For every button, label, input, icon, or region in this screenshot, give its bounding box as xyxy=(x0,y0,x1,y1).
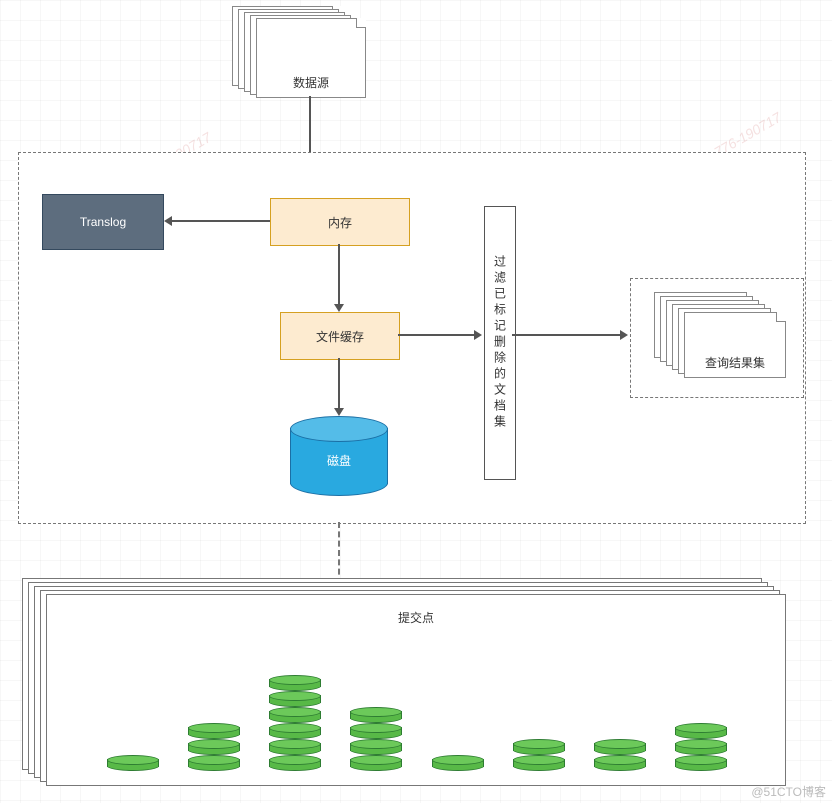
footer-watermark: @51CTO博客 xyxy=(751,783,826,800)
translog-label: Translog xyxy=(80,215,126,229)
segment-column xyxy=(350,595,402,787)
segment-disk xyxy=(350,739,402,755)
arrowhead-filter-results xyxy=(620,330,628,340)
segment-disk xyxy=(269,675,321,691)
diagram-canvas: wujiajian776-190717 wujiajian776-190717 … xyxy=(0,0,832,803)
data-source-stack: 数据源 xyxy=(256,18,364,96)
file-cache-node: 文件缓存 xyxy=(280,312,400,360)
filter-label: 过滤已标记删除的文档集 xyxy=(492,255,509,431)
arrow-memory-filecache xyxy=(338,244,340,304)
segment-disk xyxy=(188,739,240,755)
segment-column xyxy=(594,595,646,787)
segment-column xyxy=(269,595,321,787)
segment-disk xyxy=(107,755,159,771)
segment-disk xyxy=(432,755,484,771)
segment-column xyxy=(513,595,565,787)
segment-disk xyxy=(594,739,646,755)
segment-disk xyxy=(350,707,402,723)
memory-node: 内存 xyxy=(270,198,410,246)
memory-label: 内存 xyxy=(328,214,352,231)
segment-column xyxy=(188,595,240,787)
commit-point-panel: 提交点 xyxy=(46,594,786,786)
segment-disk xyxy=(594,755,646,771)
query-result-label: 查询结果集 xyxy=(685,354,785,371)
disk-node: 磁盘 xyxy=(290,416,388,496)
segment-disk xyxy=(269,739,321,755)
dashed-line-to-commit xyxy=(338,522,340,584)
arrow-filecache-disk xyxy=(338,358,340,408)
segment-column xyxy=(432,595,484,787)
arrowhead-memory-translog xyxy=(164,216,172,226)
segment-disk xyxy=(675,723,727,739)
query-result-stack: 查询结果集 xyxy=(684,312,784,376)
filter-node: 过滤已标记删除的文档集 xyxy=(484,206,516,480)
segment-disk xyxy=(188,723,240,739)
segment-disk xyxy=(513,755,565,771)
segment-disk xyxy=(675,755,727,771)
segment-column xyxy=(675,595,727,787)
segment-disk xyxy=(188,755,240,771)
segment-disk xyxy=(269,707,321,723)
arrow-memory-translog xyxy=(172,220,270,222)
file-cache-label: 文件缓存 xyxy=(316,328,364,345)
arrowhead-filecache-disk xyxy=(334,408,344,416)
arrow-filter-results xyxy=(512,334,620,336)
segment-disk xyxy=(350,723,402,739)
translog-node: Translog xyxy=(42,194,164,250)
segment-disk xyxy=(269,755,321,771)
disk-label: 磁盘 xyxy=(290,452,388,469)
segment-disk xyxy=(269,723,321,739)
arrowhead-filecache-filter xyxy=(474,330,482,340)
data-source-label: 数据源 xyxy=(257,74,365,91)
segment-disk xyxy=(675,739,727,755)
segment-disk xyxy=(350,755,402,771)
segment-disk xyxy=(269,691,321,707)
segment-column xyxy=(107,595,159,787)
arrowhead-memory-filecache xyxy=(334,304,344,312)
segment-disk xyxy=(513,739,565,755)
arrow-filecache-filter xyxy=(398,334,474,336)
